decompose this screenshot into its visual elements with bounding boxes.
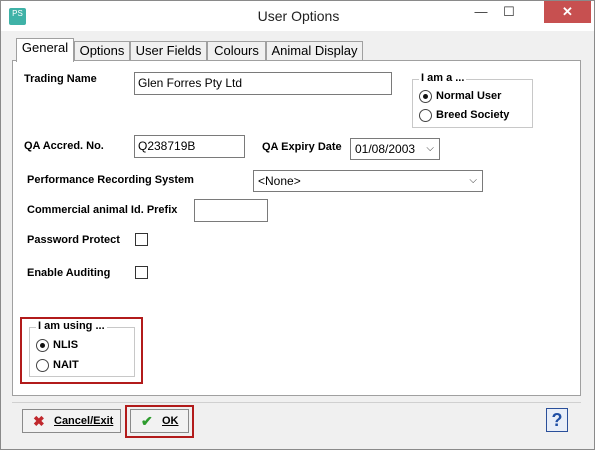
radio-breed-society-label: Breed Society [436,109,510,121]
cancel-exit-label: Cancel/Exit [54,415,114,427]
tab-animal-display[interactable]: Animal Display [266,41,363,61]
qa-expiry-label: QA Expiry Date [262,141,342,153]
maximize-button[interactable]: ☐ [495,1,523,23]
tab-options[interactable]: Options [74,41,130,61]
i-am-a-title: I am a ... [419,72,467,84]
i-am-using-title: I am using ... [36,320,107,332]
radio-nlis-indicator[interactable] [36,338,49,352]
password-protect-label: Password Protect [27,234,120,246]
cancel-exit-button[interactable]: ✖ Cancel/Exit [22,409,121,433]
radio-breed-society[interactable]: Breed Society [419,108,509,124]
chevron-down-icon[interactable]: ⌵ [469,171,477,191]
performance-recording-value: <None> [258,174,301,188]
tab-user-fields[interactable]: User Fields [130,41,207,61]
qa-accred-label: QA Accred. No. [24,140,104,152]
enable-auditing-label: Enable Auditing [27,267,111,279]
i-am-a-group: I am a ... Normal User Breed Society [412,72,533,128]
radio-nait[interactable]: NAIT [36,358,79,374]
tab-colours[interactable]: Colours [207,41,266,61]
ok-label: OK [162,415,179,427]
qa-expiry-value: 01/08/2003 [355,142,416,156]
password-protect-checkbox[interactable] [135,233,148,246]
tab-general[interactable]: General [16,38,74,62]
cancel-x-icon: ✖ [33,413,45,429]
i-am-using-group: I am using ... NLIS NAIT [29,320,135,377]
close-button[interactable]: ✕ [544,1,591,23]
radio-normal-user-indicator[interactable] [419,89,432,103]
checkmark-icon: ✔ [141,413,153,429]
radio-normal-user[interactable]: Normal User [419,89,501,105]
help-button[interactable]: ? [546,408,568,432]
minimize-button[interactable]: — [467,1,495,23]
qa-accred-input[interactable]: Q238719B [134,135,245,158]
trading-name-label: Trading Name [24,73,97,85]
trading-name-input[interactable]: Glen Forres Pty Ltd [134,72,392,95]
ok-button[interactable]: ✔ OK [130,409,189,433]
qa-expiry-date-picker[interactable]: 01/08/2003 ⌵ [350,138,440,160]
enable-auditing-checkbox[interactable] [135,266,148,279]
performance-recording-select[interactable]: <None> ⌵ [253,170,483,192]
chevron-down-icon[interactable]: ⌵ [426,139,434,159]
commercial-prefix-label: Commercial animal Id. Prefix [27,204,178,216]
radio-normal-user-label: Normal User [436,90,502,102]
user-options-window: PS User Options — ☐ ✕ General Options Us… [0,0,595,450]
title-bar[interactable]: PS User Options — ☐ ✕ [1,1,594,31]
radio-nlis-label: NLIS [53,339,79,351]
radio-nait-indicator[interactable] [36,358,49,372]
radio-nait-label: NAIT [53,359,79,371]
radio-nlis[interactable]: NLIS [36,338,78,354]
commercial-prefix-input[interactable] [194,199,268,222]
performance-recording-label: Performance Recording System [27,174,194,186]
radio-breed-society-indicator[interactable] [419,108,432,122]
